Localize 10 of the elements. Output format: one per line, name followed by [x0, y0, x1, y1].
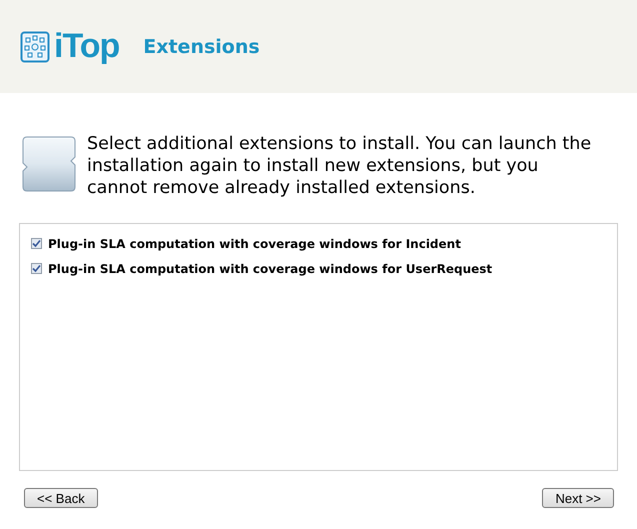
- logo-icon: [20, 30, 50, 62]
- logo-text: iTop: [54, 27, 120, 66]
- extension-label: Plug-in SLA computation with coverage windows for Incident: [48, 236, 461, 250]
- extension-label: Plug-in SLA computation with coverage windows for UserRequest: [48, 262, 492, 276]
- next-button[interactable]: Next >>: [542, 488, 614, 508]
- checkbox[interactable]: [31, 238, 42, 249]
- checkbox[interactable]: [31, 263, 42, 274]
- instruction-text: Select additional extensions to install. You can launch the installation again to install new extensions, but you cannot remove already installed extensions.: [87, 133, 592, 199]
- back-button[interactable]: << Back: [24, 488, 98, 508]
- page-title: Extensions: [143, 36, 260, 58]
